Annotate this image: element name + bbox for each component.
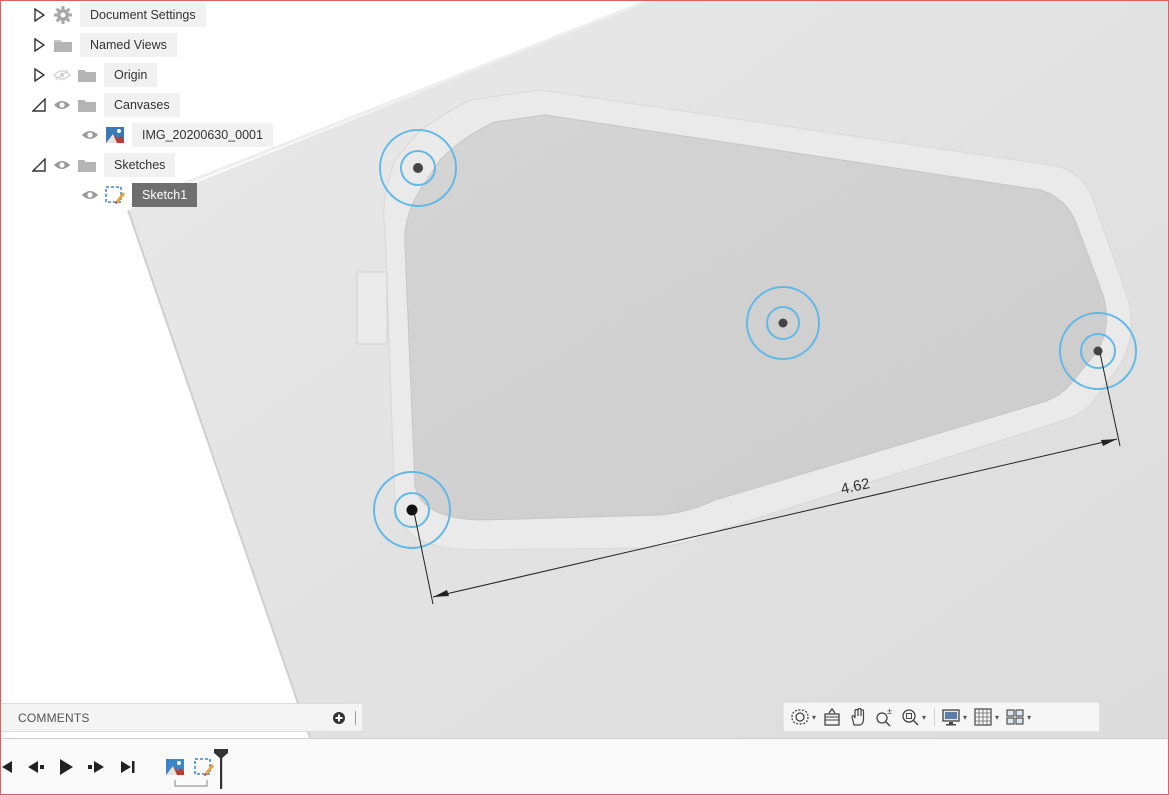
expand-triangle-icon[interactable]	[32, 33, 46, 57]
timeline-marker-icon[interactable]	[213, 749, 229, 791]
collapse-triangle-icon[interactable]	[32, 93, 46, 117]
previous-icon[interactable]	[26, 755, 46, 779]
expand-triangle-icon[interactable]	[32, 63, 46, 87]
panel-resize-handle[interactable]	[355, 710, 356, 725]
last-icon[interactable]	[118, 755, 138, 779]
3d-viewport[interactable]: 4.62 Document Settings Named Views Origi…	[0, 0, 1169, 738]
gear-icon	[52, 3, 74, 27]
canvas-image-icon	[104, 123, 126, 147]
look-at-icon[interactable]	[822, 702, 842, 732]
sketch-icon	[104, 183, 126, 207]
play-icon[interactable]	[56, 755, 76, 779]
timeline-bar	[0, 738, 1169, 795]
comments-title: COMMENTS	[18, 710, 90, 725]
visibility-eye-icon[interactable]	[52, 93, 72, 117]
add-comment-icon[interactable]	[331, 710, 347, 726]
feature-group-bracket	[174, 779, 208, 789]
browser-tree: Document Settings Named Views Origin Can…	[0, 0, 300, 215]
browser-item-label: Sketch1	[132, 183, 198, 207]
browser-item-canvases[interactable]: Canvases	[32, 93, 180, 117]
next-icon[interactable]	[86, 755, 106, 779]
navbar-separator	[934, 708, 936, 726]
orbit-icon[interactable]: ▾	[790, 702, 816, 732]
browser-item-label: Canvases	[104, 93, 180, 117]
sketch-feature-icon[interactable]	[193, 755, 215, 779]
zoom-icon[interactable]: ±	[874, 702, 894, 732]
display-settings-icon[interactable]: ▾	[941, 702, 967, 732]
folder-icon	[52, 33, 74, 57]
browser-item-origin[interactable]: Origin	[32, 63, 158, 87]
grid-settings-icon[interactable]: ▾	[973, 702, 999, 732]
folder-icon	[76, 153, 98, 177]
navigation-bar: ▾ ± ▾ ▾ ▾ ▾	[783, 702, 1100, 732]
browser-item-label: Sketches	[104, 153, 176, 177]
expand-triangle-icon[interactable]	[32, 3, 46, 27]
folder-icon	[76, 63, 98, 87]
visibility-eye-icon[interactable]	[80, 123, 100, 147]
comments-panel[interactable]: COMMENTS	[0, 703, 362, 732]
svg-text:±: ±	[887, 707, 892, 716]
part-tab	[356, 271, 388, 345]
fit-icon[interactable]: ▾	[900, 702, 926, 732]
visibility-eye-icon[interactable]	[80, 183, 100, 207]
browser-item-sketches[interactable]: Sketches	[32, 153, 176, 177]
browser-item-sketch1[interactable]: Sketch1	[80, 183, 198, 207]
browser-item-canvas-img[interactable]: IMG_20200630_0001	[80, 123, 273, 147]
browser-item-label: Document Settings	[80, 3, 206, 27]
browser-item-label: Origin	[104, 63, 158, 87]
first-icon[interactable]	[0, 755, 14, 779]
browser-item-label: Named Views	[80, 33, 177, 57]
browser-item-document-settings[interactable]: Document Settings	[32, 3, 206, 27]
canvas-feature-icon[interactable]	[164, 755, 186, 779]
hidden-eye-icon[interactable]	[52, 63, 72, 87]
collapse-triangle-icon[interactable]	[32, 153, 46, 177]
browser-item-named-views[interactable]: Named Views	[32, 33, 177, 57]
folder-icon	[76, 93, 98, 117]
pan-icon[interactable]	[848, 702, 868, 732]
visibility-eye-icon[interactable]	[52, 153, 72, 177]
browser-item-label: IMG_20200630_0001	[132, 123, 273, 147]
viewports-icon[interactable]: ▾	[1005, 702, 1031, 732]
